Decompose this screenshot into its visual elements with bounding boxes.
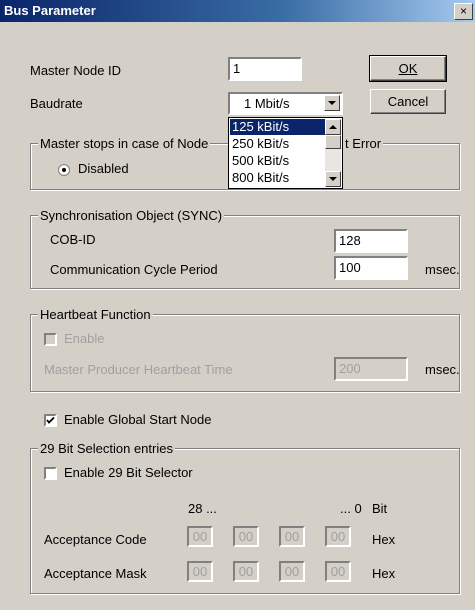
baudrate-option[interactable]: 125 kBit/s (230, 119, 326, 135)
window-title: Bus Parameter (4, 3, 96, 18)
cycle-period-unit: msec. (425, 262, 460, 277)
master-stops-title-end: t Error (343, 136, 384, 151)
acceptance-code-byte[interactable]: 00 (325, 526, 351, 547)
heartbeat-time-field[interactable]: 200 (334, 357, 408, 381)
baudrate-value: 1 Mbit/s (244, 96, 290, 111)
heartbeat-time-unit: msec. (425, 362, 460, 377)
acceptance-code-unit: Hex (372, 532, 396, 547)
scroll-down-arrow-icon[interactable] (325, 171, 341, 187)
scroll-up-arrow-icon[interactable] (325, 119, 341, 135)
bit29-group-title: 29 Bit Selection entries (38, 441, 175, 456)
disabled-radio[interactable] (58, 164, 70, 176)
cancel-button[interactable]: Cancel (370, 89, 446, 114)
acceptance-mask-byte[interactable]: 00 (325, 561, 351, 582)
bit29-selector-label: Enable 29 Bit Selector (64, 465, 193, 480)
global-start-checkbox[interactable] (44, 414, 57, 427)
acceptance-code-byte[interactable]: 00 (233, 526, 259, 547)
baudrate-dropdown-list[interactable]: 125 kBit/s 250 kBit/s 500 kBit/s 800 kBi… (228, 117, 343, 189)
bit29-selector-checkbox[interactable] (44, 467, 57, 480)
bit-col-unit: Bit (372, 501, 388, 516)
bus-parameter-dialog: Bus Parameter × Master Node ID 1 Baudrat… (0, 0, 475, 610)
ok-button[interactable]: OK (369, 55, 447, 82)
cancel-button-label: Cancel (387, 94, 429, 109)
bit-col-left: 28 ... (188, 501, 217, 516)
dropdown-scrollbar[interactable] (325, 119, 341, 187)
baudrate-option[interactable]: 500 kBit/s (230, 153, 326, 169)
disabled-radio-label: Disabled (78, 161, 129, 176)
acceptance-mask-byte[interactable]: 00 (279, 561, 305, 582)
scroll-thumb[interactable] (325, 135, 341, 149)
radio-dot (62, 168, 66, 172)
baudrate-option[interactable]: 250 kBit/s (230, 136, 326, 152)
check-icon (46, 416, 55, 424)
cob-id-label: COB-ID (50, 232, 96, 247)
master-node-id-label: Master Node ID (30, 63, 122, 78)
heartbeat-time-label: Master Producer Heartbeat Time (44, 362, 233, 377)
baudrate-option[interactable]: 800 kBit/s (230, 170, 326, 186)
baudrate-label: Baudrate (30, 96, 83, 111)
acceptance-code-label: Acceptance Code (44, 532, 147, 547)
cob-id-field[interactable]: 128 (334, 229, 408, 253)
acceptance-mask-byte[interactable]: 00 (233, 561, 259, 582)
title-bar[interactable]: Bus Parameter × (0, 0, 475, 22)
cycle-period-field[interactable]: 100 (334, 256, 408, 280)
baudrate-combobox[interactable]: 1 Mbit/s (228, 92, 343, 115)
acceptance-code-byte[interactable]: 00 (187, 526, 213, 547)
chevron-down-icon[interactable] (324, 95, 340, 111)
bit-col-right: ... 0 (340, 501, 362, 516)
ok-button-label: OK (398, 61, 418, 76)
heartbeat-group-title: Heartbeat Function (38, 307, 153, 322)
master-node-id-field[interactable]: 1 (228, 57, 302, 81)
heartbeat-enable-label: Enable (64, 331, 105, 346)
acceptance-mask-byte[interactable]: 00 (187, 561, 213, 582)
acceptance-mask-label: Acceptance Mask (44, 566, 147, 581)
heartbeat-enable-checkbox[interactable] (44, 333, 57, 346)
global-start-label: Enable Global Start Node (64, 412, 212, 427)
acceptance-mask-unit: Hex (372, 566, 396, 581)
close-button[interactable]: × (454, 3, 473, 20)
acceptance-code-byte[interactable]: 00 (279, 526, 305, 547)
cycle-period-label: Communication Cycle Period (50, 262, 218, 277)
master-stops-title: Master stops in case of Node (38, 136, 211, 151)
sync-group-title: Synchronisation Object (SYNC) (38, 208, 225, 223)
